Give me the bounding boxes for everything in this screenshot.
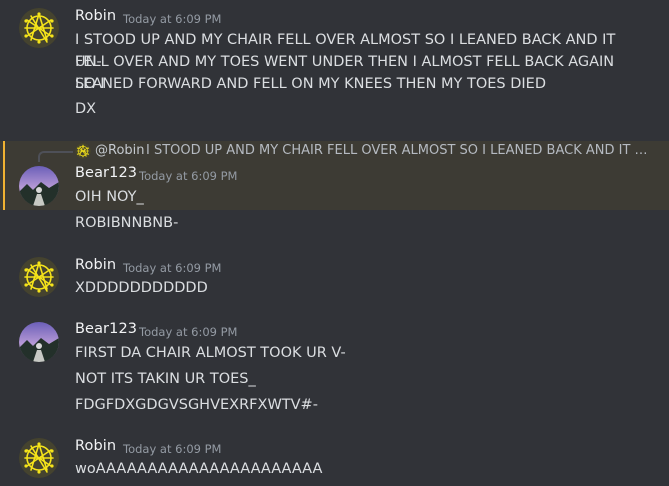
reply-preview-text[interactable]: I STOOD UP AND MY CHAIR FELL OVER ALMOST… (146, 143, 651, 158)
message-line: FDGFDXGDGVSGHVEXRFXWTV#- (75, 397, 318, 413)
message-group: Robin Today at 6:09 PM XDDDDDDDDDDD (0, 250, 669, 305)
avatar[interactable] (19, 166, 59, 206)
author-name[interactable]: Robin (75, 8, 116, 24)
avatar[interactable] (19, 322, 59, 362)
message-line: ROBIBNNBNB- (75, 215, 179, 231)
author-name[interactable]: Robin (75, 257, 116, 273)
timestamp: Today at 6:09 PM (139, 169, 238, 183)
author-name[interactable]: Robin (75, 438, 116, 454)
message-group: Robin Today at 6:09 PM woAAAAAAAAAAAAAAA… (0, 432, 669, 486)
message-group: Bear123 Today at 6:09 PM FIRST DA CHAIR … (0, 315, 669, 425)
message-line: XDDDDDDDDDDD (75, 280, 208, 296)
message-group: Bear123 Today at 6:09 PM OIH NOY_ ROBIBN… (0, 160, 669, 240)
author-name[interactable]: Bear123 (75, 165, 137, 181)
avatar[interactable] (19, 438, 59, 478)
timestamp: Today at 6:09 PM (139, 325, 238, 339)
reply-mention[interactable]: @Robin (95, 143, 145, 158)
message-line: NOT ITS TAKIN UR TOES_ (75, 371, 256, 387)
message-line: FIRST DA CHAIR ALMOST TOOK UR V- (75, 345, 346, 361)
message-line: woAAAAAAAAAAAAAAAAAAAAAA (75, 461, 323, 477)
timestamp: Today at 6:09 PM (123, 261, 222, 275)
author-name[interactable]: Bear123 (75, 321, 137, 337)
message-line: LEANED FORWARD AND FELL ON MY KNEES THEN… (75, 76, 547, 92)
message-line: OIH NOY_ (75, 189, 144, 205)
timestamp: Today at 6:09 PM (123, 12, 222, 26)
message-line: DX (75, 101, 97, 117)
message-group: Robin Today at 6:09 PM I STOOD UP AND MY… (0, 0, 669, 135)
reply-avatar[interactable] (75, 143, 91, 159)
avatar[interactable] (19, 257, 59, 297)
timestamp: Today at 6:09 PM (123, 442, 222, 456)
avatar[interactable] (19, 8, 59, 48)
